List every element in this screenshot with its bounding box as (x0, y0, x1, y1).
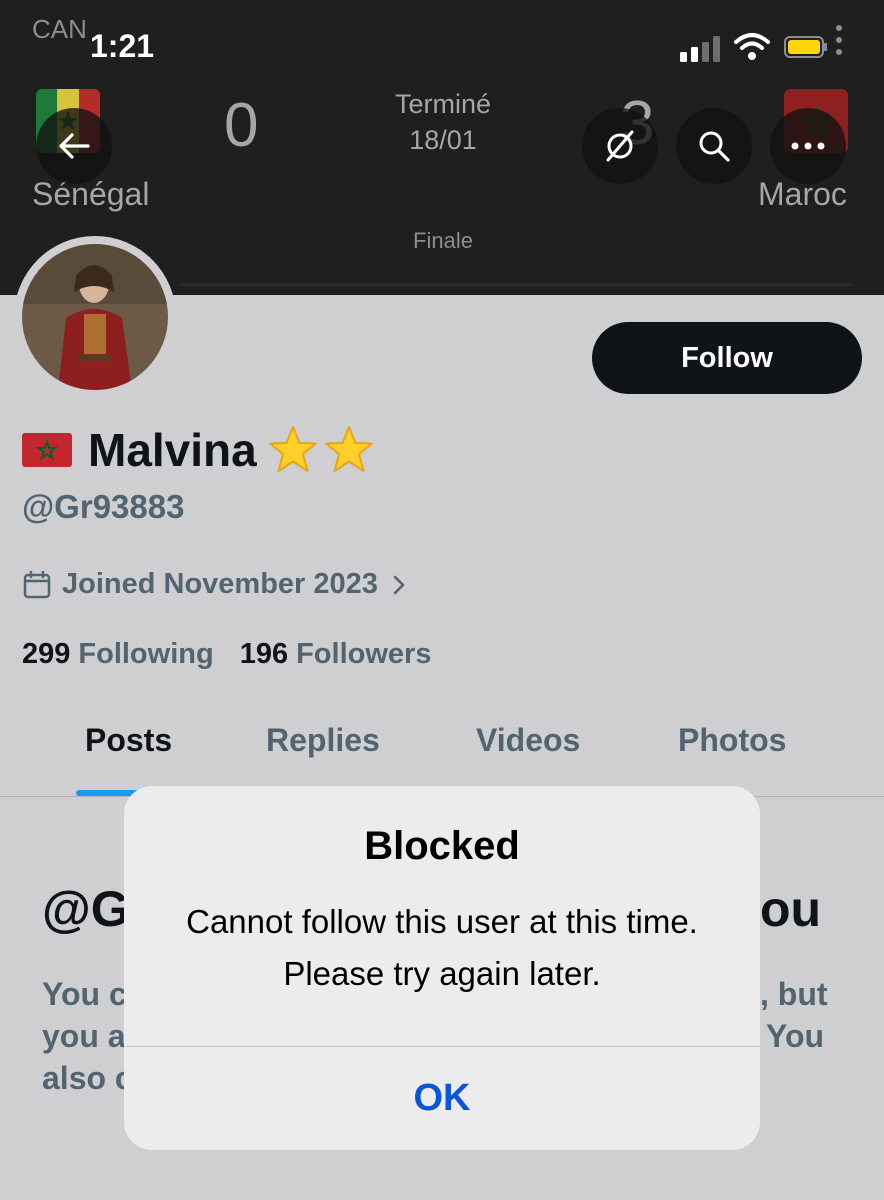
empty-state-text-left: also c (42, 1060, 133, 1096)
grok-icon (606, 130, 634, 162)
empty-state-title-left: @G (42, 881, 130, 937)
match-round: Finale (413, 228, 473, 253)
cellular-signal-icon (680, 36, 720, 62)
match-status: Terminé (394, 89, 492, 119)
empty-state-text-left: you a (42, 1018, 126, 1054)
back-button[interactable] (36, 108, 112, 184)
display-name: Malvina (88, 424, 257, 476)
following-label[interactable]: Following (78, 638, 213, 671)
calendar-icon (23, 570, 51, 598)
back-arrow-icon (59, 133, 90, 159)
empty-state-text-right: , but (760, 976, 828, 1012)
empty-state-text-left: You c (42, 976, 127, 1012)
grok-button[interactable] (582, 108, 658, 184)
tab-videos[interactable]: Videos (476, 722, 580, 759)
follow-button[interactable]: Follow (592, 322, 862, 394)
alert-ok-button[interactable]: OK (124, 1047, 760, 1150)
morocco-flag-emoji-icon (22, 433, 72, 467)
banner-divider (180, 283, 852, 286)
empty-state-title-right: ou (760, 881, 822, 937)
display-name-row: Malvina (22, 420, 379, 480)
blocked-alert-dialog: Blocked Cannot follow this user at this … (124, 786, 760, 1150)
user-handle: @Gr93883 (22, 488, 185, 525)
tab-photos[interactable]: Photos (678, 722, 786, 759)
home-score: 0 (224, 91, 259, 160)
status-time: 1:21 (90, 28, 155, 64)
match-status-block: Terminé 18/01 (360, 86, 526, 158)
more-options-button[interactable] (770, 108, 846, 184)
empty-state-text-right: You (766, 1018, 825, 1054)
battery-icon (784, 36, 827, 58)
status-carrier: CAN (32, 14, 87, 44)
tab-replies[interactable]: Replies (266, 722, 380, 759)
alert-title: Blocked (364, 824, 520, 868)
search-button[interactable] (676, 108, 752, 184)
joined-date-link[interactable]: Joined November 2023 (22, 568, 406, 601)
drag-handle-icon (836, 25, 842, 55)
joined-date: Joined November 2023 (62, 568, 378, 600)
more-icon (791, 142, 825, 150)
alert-message: Cannot follow this user at this time. Pl… (186, 903, 698, 992)
followers-count[interactable]: 196 (240, 638, 288, 671)
star-emoji-icon (268, 426, 317, 472)
wifi-icon (734, 33, 770, 60)
match-date: 18/01 (409, 125, 477, 155)
following-count[interactable]: 299 (22, 638, 70, 671)
chevron-right-icon (393, 575, 405, 594)
follow-stats: 299 Following 196 Followers (22, 638, 457, 671)
avatar[interactable] (14, 236, 176, 398)
followers-label[interactable]: Followers (296, 638, 431, 671)
search-icon (699, 131, 730, 162)
home-team-name: Sénégal (32, 176, 150, 212)
tab-posts[interactable]: Posts (85, 722, 172, 759)
avatar-image (22, 244, 168, 390)
star-emoji-icon (324, 426, 373, 472)
